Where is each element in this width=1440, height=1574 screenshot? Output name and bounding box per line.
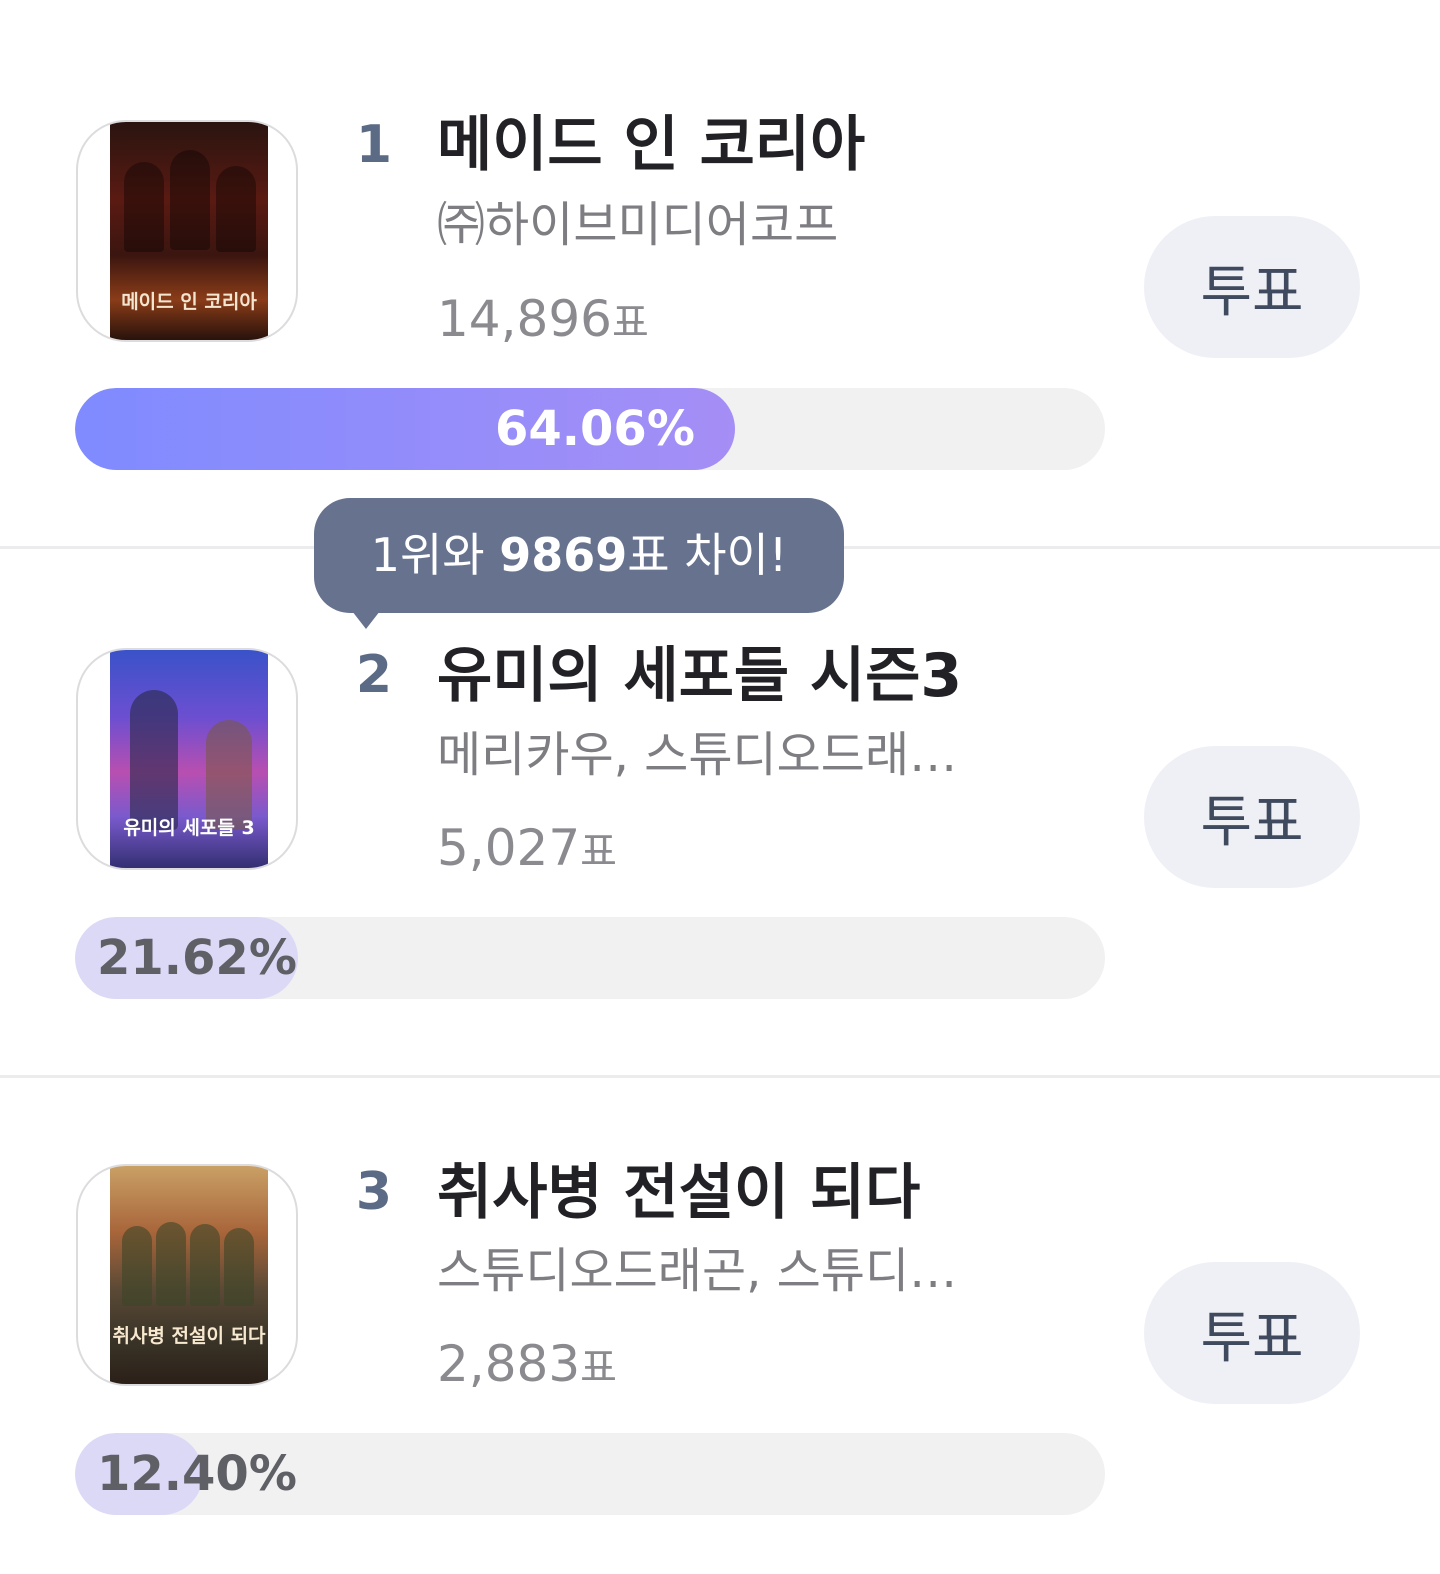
item-producer: 스튜디오드래곤, 스튜디… (437, 1243, 958, 1299)
vote-button[interactable]: 투표 (1144, 1262, 1360, 1404)
vote-count: 5,027표 (437, 818, 617, 882)
vote-button[interactable]: 투표 (1144, 216, 1360, 358)
tooltip-tail (352, 611, 380, 629)
vote-gap-tooltip: 1위와 9869표 차이! (314, 498, 844, 613)
poster-thumbnail[interactable]: 취사병 전설이 되다 (76, 1164, 298, 1386)
poster-image: 유미의 세포들 3 (110, 650, 268, 868)
poster-caption: 유미의 세포들 3 (123, 817, 255, 839)
vote-count-value: 14,896 (437, 290, 612, 348)
divider (0, 1075, 1440, 1078)
vote-count: 14,896표 (437, 289, 649, 353)
item-producer: 메리카우, 스튜디오드래… (437, 727, 958, 783)
poster-caption: 취사병 전설이 되다 (112, 1325, 266, 1347)
ranking-item-2: 유미의 세포들 3 2 유미의 세포들 시즌3 메리카우, 스튜디오드래… 5,… (0, 551, 1440, 1077)
vote-count-unit: 표 (611, 300, 649, 346)
poster-image: 취사병 전설이 되다 (110, 1166, 268, 1384)
ranking-item-3: 취사병 전설이 되다 3 취사병 전설이 되다 스튜디오드래곤, 스튜디… 2,… (0, 1080, 1440, 1574)
vote-count-value: 2,883 (437, 1335, 581, 1393)
vote-percent-label: 64.06% (495, 401, 695, 457)
vote-percent-bar: 12.40% (75, 1433, 1105, 1515)
item-title: 유미의 세포들 시즌3 (437, 641, 963, 711)
tooltip-suffix: 표 차이! (627, 528, 788, 582)
poster-image: 메이드 인 코리아 (110, 122, 268, 340)
vote-ranking-page: 메이드 인 코리아 1 메이드 인 코리아 ㈜하이브미디어코프 14,896 표 … (0, 0, 1440, 1574)
vote-count: 2,883표 (437, 1334, 617, 1398)
poster-caption: 메이드 인 코리아 (121, 291, 257, 313)
rank-number: 2 (355, 645, 393, 705)
ranking-item-1: 메이드 인 코리아 1 메이드 인 코리아 ㈜하이브미디어코프 14,896표 … (0, 0, 1440, 548)
item-title: 취사병 전설이 되다 (437, 1158, 921, 1228)
rank-number: 3 (355, 1162, 393, 1222)
vote-percent-label: 12.40% (97, 1446, 297, 1502)
poster-thumbnail[interactable]: 유미의 세포들 3 (76, 648, 298, 870)
poster-thumbnail[interactable]: 메이드 인 코리아 (76, 120, 298, 342)
vote-count-unit: 표 (580, 829, 617, 875)
vote-percent-bar: 21.62% (75, 917, 1105, 999)
vote-count-unit: 표 (580, 1345, 617, 1391)
vote-button[interactable]: 투표 (1144, 746, 1360, 888)
vote-percent-label: 21.62% (97, 930, 297, 986)
vote-percent-bar: 64.06% (75, 388, 1105, 470)
tooltip-prefix: 1위와 (370, 528, 500, 582)
vote-count-value: 5,027 (437, 819, 581, 877)
item-producer: ㈜하이브미디어코프 (437, 197, 839, 253)
rank-number: 1 (355, 115, 393, 175)
tooltip-gap: 9869 (499, 528, 628, 582)
item-title: 메이드 인 코리아 (437, 110, 866, 180)
